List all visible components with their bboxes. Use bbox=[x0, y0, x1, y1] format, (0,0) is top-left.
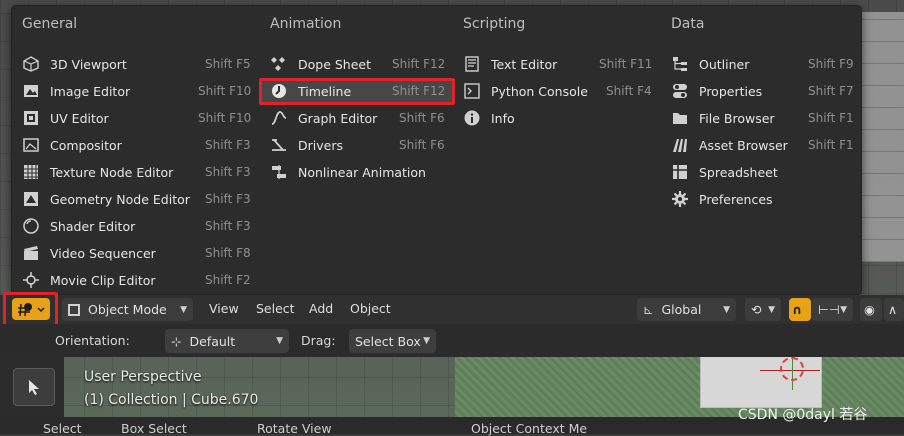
mode-label: Object Mode bbox=[88, 302, 167, 317]
transform-orientation-dropdown[interactable]: ⊾ Global ▼ bbox=[637, 298, 736, 321]
graph-icon bbox=[270, 109, 288, 127]
sequencer-icon bbox=[22, 244, 40, 262]
image-icon bbox=[22, 82, 40, 100]
proportional-icon: ◉ bbox=[864, 302, 875, 317]
orientation-dropdown[interactable]: ⊹ Default ▼ bbox=[165, 329, 289, 353]
menu-item-shader-editor[interactable]: Shader Editor Shift F3 bbox=[22, 214, 260, 238]
editor-type-menu: General 3D Viewport Shift F5 Image Edito… bbox=[11, 5, 862, 295]
spreadsheet-icon bbox=[671, 163, 689, 181]
menu-item-properties[interactable]: Properties Shift F7 bbox=[671, 79, 854, 103]
viewport-collection-label: (1) Collection | Cube.670 bbox=[84, 392, 259, 408]
chevron-down-icon: ▼ bbox=[423, 336, 430, 346]
column-title-scripting: Scripting bbox=[463, 16, 526, 32]
select-tool-button[interactable] bbox=[13, 368, 55, 406]
menu-item-dope-sheet[interactable]: Dope Sheet Shift F12 bbox=[270, 52, 454, 76]
geometry-nodes-icon bbox=[22, 190, 40, 208]
drag-value: Select Box bbox=[355, 333, 421, 349]
menu-item-text-editor[interactable]: Text Editor Shift F11 bbox=[463, 52, 653, 76]
column-title-animation: Animation bbox=[270, 16, 342, 32]
object-origin bbox=[780, 357, 804, 381]
asset-icon bbox=[671, 136, 689, 154]
mode-dropdown[interactable]: Object Mode ▼ bbox=[62, 298, 193, 321]
folder-icon bbox=[671, 109, 689, 127]
menu-item-texture-node-editor[interactable]: Texture Node Editor Shift F3 bbox=[22, 160, 260, 184]
menu-item-uv-editor[interactable]: UV Editor Shift F10 bbox=[22, 106, 260, 130]
info-icon bbox=[463, 109, 481, 127]
nla-icon bbox=[270, 163, 288, 181]
uv-icon bbox=[22, 109, 40, 127]
drag-dropdown[interactable]: Select Box ▼ bbox=[349, 329, 436, 353]
viewport-header: Object Mode ▼ View Select Add Object ⊾ G… bbox=[0, 292, 904, 333]
menu-item-outliner[interactable]: Outliner Shift F9 bbox=[671, 52, 854, 76]
orientation-default-icon: ⊹ bbox=[171, 333, 182, 349]
menu-item-file-browser[interactable]: File Browser Shift F1 bbox=[671, 106, 854, 130]
menu-item-info[interactable]: Info bbox=[463, 106, 653, 130]
orientation-value: Default bbox=[189, 333, 236, 349]
orientation-axes-icon: ⊾ bbox=[643, 302, 654, 317]
orientation-label: Orientation: bbox=[55, 333, 130, 348]
menu-item-drivers[interactable]: Drivers Shift F6 bbox=[270, 133, 454, 157]
drag-label: Drag: bbox=[301, 333, 336, 348]
transform-orientation-label: Global bbox=[661, 302, 702, 317]
compositor-icon bbox=[22, 136, 40, 154]
menu-object[interactable]: Object bbox=[350, 301, 391, 316]
console-icon bbox=[463, 82, 481, 100]
menu-item-graph-editor[interactable]: Graph Editor Shift F6 bbox=[270, 106, 454, 130]
texture-icon bbox=[22, 163, 40, 181]
shader-icon bbox=[22, 217, 40, 235]
menu-item-asset-browser[interactable]: Asset Browser Shift F1 bbox=[671, 133, 854, 157]
falloff-dropdown[interactable]: ∧ bbox=[884, 298, 904, 321]
watermark-text: CSDN @0dayl 若谷 bbox=[738, 407, 868, 423]
tool-settings-bar: Orientation: ⊹ Default ▼ Drag: Select Bo… bbox=[0, 324, 904, 357]
drivers-icon bbox=[270, 136, 288, 154]
chevron-down-icon: ▼ bbox=[768, 304, 775, 315]
menu-item-3d-viewport[interactable]: 3D Viewport Shift F5 bbox=[22, 52, 260, 76]
column-title-general: General bbox=[22, 16, 78, 32]
cube-icon bbox=[22, 55, 40, 73]
menu-item-geometry-node-editor[interactable]: Geometry Node Editor Shift F3 bbox=[22, 187, 260, 211]
viewport-perspective-label: User Perspective bbox=[84, 369, 202, 385]
falloff-icon: ∧ bbox=[888, 302, 898, 317]
menu-item-video-sequencer[interactable]: Video Sequencer Shift F8 bbox=[22, 241, 260, 265]
menu-item-spreadsheet[interactable]: Spreadsheet bbox=[671, 160, 853, 184]
pivot-point-dropdown[interactable]: ⟲ ▼ bbox=[745, 298, 781, 321]
chevron-down-icon: ▼ bbox=[723, 304, 730, 315]
chevron-down-icon: ▼ bbox=[276, 336, 283, 346]
magnet-icon: ∩ bbox=[792, 302, 803, 317]
menu-item-preferences[interactable]: Preferences bbox=[671, 187, 853, 211]
pivot-icon: ⟲ bbox=[751, 302, 762, 317]
gear-icon bbox=[671, 190, 689, 208]
column-title-data: Data bbox=[671, 16, 705, 32]
cursor-icon bbox=[29, 380, 39, 395]
menu-item-python-console[interactable]: Python Console Shift F4 bbox=[463, 79, 653, 103]
cube-object bbox=[700, 356, 822, 408]
menu-item-nonlinear-animation[interactable]: Nonlinear Animation bbox=[270, 160, 454, 184]
dope-sheet-icon bbox=[270, 55, 288, 73]
snap-toggle[interactable]: ∩ bbox=[789, 298, 811, 321]
menu-item-movie-clip-editor[interactable]: Movie Clip Editor Shift F2 bbox=[22, 268, 260, 292]
menu-add[interactable]: Add bbox=[309, 301, 333, 316]
properties-icon bbox=[671, 82, 689, 100]
proportional-editing-toggle[interactable]: ◉ bbox=[860, 298, 882, 321]
snap-increment-icon: ⊢⊣ bbox=[818, 302, 840, 317]
menu-select[interactable]: Select bbox=[256, 301, 295, 316]
menu-view[interactable]: View bbox=[209, 301, 239, 316]
timeline-highlight-box bbox=[259, 78, 455, 105]
object-mode-icon bbox=[68, 303, 80, 316]
menu-item-image-editor[interactable]: Image Editor Shift F10 bbox=[22, 79, 260, 103]
snap-target-dropdown[interactable]: ⊢⊣ ▼ bbox=[812, 298, 853, 321]
chevron-down-icon: ▼ bbox=[840, 304, 847, 315]
movie-clip-icon bbox=[22, 271, 40, 289]
text-editor-icon bbox=[463, 55, 481, 73]
chevron-down-icon: ▼ bbox=[180, 304, 187, 315]
menu-item-compositor[interactable]: Compositor Shift F3 bbox=[22, 133, 260, 157]
outliner-icon bbox=[671, 55, 689, 73]
